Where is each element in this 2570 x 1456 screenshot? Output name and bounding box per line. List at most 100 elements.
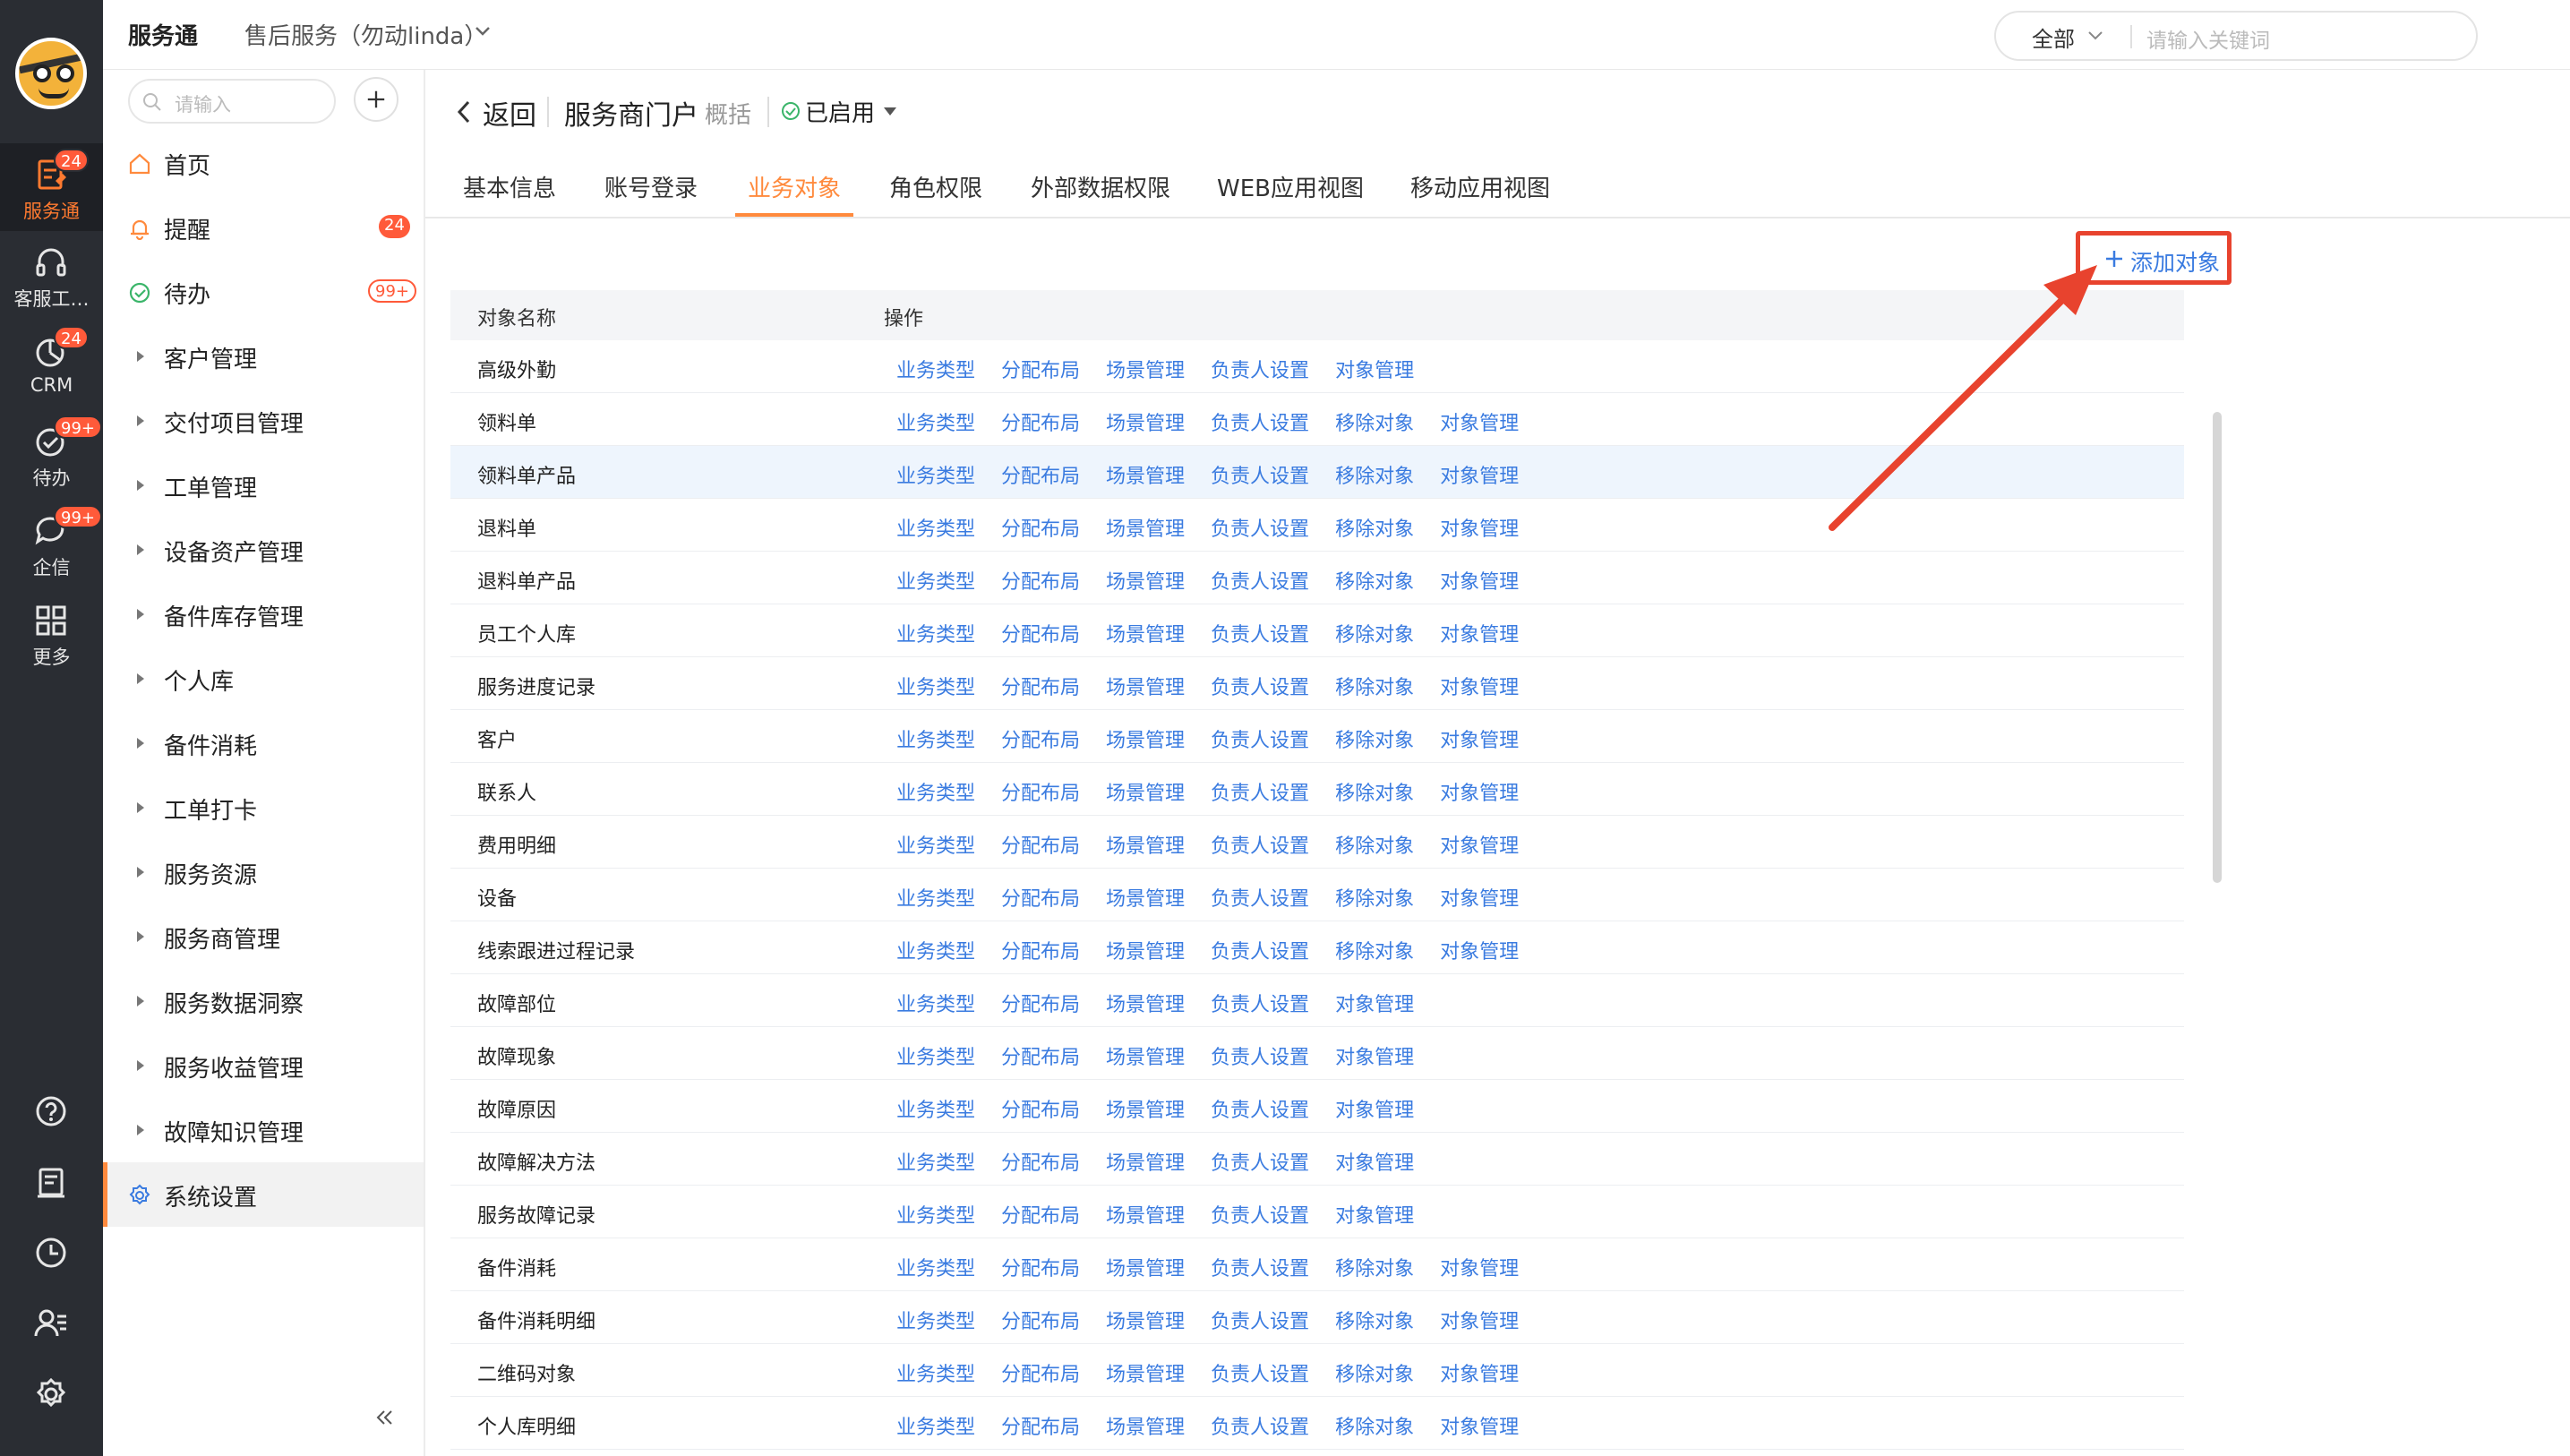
row-action-link[interactable]: 负责人设置 [1211,619,1309,647]
tab-business-objects[interactable]: 业务对象 [748,170,841,203]
row-action-link[interactable]: 移除对象 [1335,936,1414,964]
row-action-link[interactable]: 业务类型 [896,1200,975,1229]
sidebar-item-fault-knowledge[interactable]: 故障知识管理 [103,1098,424,1162]
row-action-link[interactable]: 分配布局 [1001,1306,1080,1334]
tab-external-data-permissions[interactable]: 外部数据权限 [1031,170,1170,203]
row-action-link[interactable]: 场景管理 [1106,1041,1185,1070]
row-action-link[interactable]: 场景管理 [1106,672,1185,700]
row-action-link[interactable]: 分配布局 [1001,989,1080,1017]
row-action-link[interactable]: 移除对象 [1335,566,1414,595]
row-action-link[interactable]: 对象管理 [1440,1358,1519,1387]
row-action-link[interactable]: 移除对象 [1335,1306,1414,1334]
tab-account-login[interactable]: 账号登录 [604,170,698,203]
sidebar-item-home[interactable]: 首页 [103,131,424,195]
scrollbar-thumb[interactable] [2213,412,2222,883]
caret-down-icon[interactable] [884,107,896,116]
row-action-link[interactable]: 业务类型 [896,1253,975,1281]
row-action-link[interactable]: 业务类型 [896,672,975,700]
row-action-link[interactable]: 场景管理 [1106,724,1185,753]
sidebar-item-spare-consumption[interactable]: 备件消耗 [103,711,424,775]
sidebar-item-delivery-project[interactable]: 交付项目管理 [103,389,424,453]
row-action-link[interactable]: 分配布局 [1001,1358,1080,1387]
row-action-link[interactable]: 负责人设置 [1211,1358,1309,1387]
row-action-link[interactable]: 移除对象 [1335,407,1414,436]
row-action-link[interactable]: 业务类型 [896,830,975,859]
row-action-link[interactable]: 场景管理 [1106,777,1185,806]
sidebar-item-revenue-mgmt[interactable]: 服务收益管理 [103,1033,424,1098]
rail-item-service[interactable]: 24 服务通 [0,143,103,231]
sidebar-item-data-insights[interactable]: 服务数据洞察 [103,969,424,1033]
search-scope-select[interactable]: 全部 [2032,21,2075,53]
row-action-link[interactable]: 对象管理 [1440,672,1519,700]
help-icon[interactable] [32,1092,70,1130]
row-action-link[interactable]: 场景管理 [1106,989,1185,1017]
row-action-link[interactable]: 移除对象 [1335,513,1414,542]
row-action-link[interactable]: 对象管理 [1440,566,1519,595]
sidebar-item-personal-store[interactable]: 个人库 [103,647,424,711]
sidebar-search-input[interactable]: 请输入 [128,79,336,124]
row-action-link[interactable]: 负责人设置 [1211,355,1309,383]
sidebar-item-todo[interactable]: 待办 99+ [103,260,424,324]
row-action-link[interactable]: 对象管理 [1440,407,1519,436]
row-action-link[interactable]: 场景管理 [1106,1358,1185,1387]
row-action-link[interactable]: 分配布局 [1001,1041,1080,1070]
row-action-link[interactable]: 分配布局 [1001,672,1080,700]
row-action-link[interactable]: 场景管理 [1106,1094,1185,1123]
row-action-link[interactable]: 业务类型 [896,1411,975,1440]
row-action-link[interactable]: 场景管理 [1106,513,1185,542]
row-action-link[interactable]: 负责人设置 [1211,989,1309,1017]
row-action-link[interactable]: 移除对象 [1335,619,1414,647]
row-action-link[interactable]: 分配布局 [1001,460,1080,489]
tab-web-app-view[interactable]: WEB应用视图 [1217,170,1364,203]
row-action-link[interactable]: 负责人设置 [1211,1147,1309,1176]
row-action-link[interactable]: 分配布局 [1001,724,1080,753]
row-action-link[interactable]: 场景管理 [1106,1200,1185,1229]
row-action-link[interactable]: 分配布局 [1001,355,1080,383]
row-action-link[interactable]: 负责人设置 [1211,513,1309,542]
user-avatar[interactable] [15,38,87,109]
row-action-link[interactable]: 分配布局 [1001,566,1080,595]
row-action-link[interactable]: 对象管理 [1335,355,1414,383]
row-action-link[interactable]: 对象管理 [1440,1411,1519,1440]
row-action-link[interactable]: 场景管理 [1106,355,1185,383]
row-action-link[interactable]: 移除对象 [1335,724,1414,753]
rail-item-customer-service[interactable]: 客服工… [0,231,103,319]
sidebar-item-work-order[interactable]: 工单管理 [103,453,424,518]
row-action-link[interactable]: 移除对象 [1335,1358,1414,1387]
row-action-link[interactable]: 负责人设置 [1211,407,1309,436]
status-dropdown[interactable]: 已启用 [805,95,875,128]
row-action-link[interactable]: 场景管理 [1106,936,1185,964]
row-action-link[interactable]: 负责人设置 [1211,830,1309,859]
row-action-link[interactable]: 分配布局 [1001,407,1080,436]
sidebar-item-service-resources[interactable]: 服务资源 [103,840,424,904]
row-action-link[interactable]: 移除对象 [1335,830,1414,859]
row-action-link[interactable]: 分配布局 [1001,936,1080,964]
row-action-link[interactable]: 业务类型 [896,883,975,912]
row-action-link[interactable]: 负责人设置 [1211,1200,1309,1229]
row-action-link[interactable]: 负责人设置 [1211,724,1309,753]
row-action-link[interactable]: 负责人设置 [1211,777,1309,806]
row-action-link[interactable]: 对象管理 [1335,1200,1414,1229]
row-action-link[interactable]: 负责人设置 [1211,672,1309,700]
rail-item-crm[interactable]: 24 CRM [0,321,103,408]
chevron-down-icon[interactable] [2086,25,2105,45]
row-action-link[interactable]: 对象管理 [1440,1253,1519,1281]
tab-role-permissions[interactable]: 角色权限 [889,170,982,203]
row-action-link[interactable]: 业务类型 [896,1358,975,1387]
search-input[interactable]: 请输入关键词 [2146,23,2270,54]
row-action-link[interactable]: 负责人设置 [1211,566,1309,595]
row-action-link[interactable]: 移除对象 [1335,1411,1414,1440]
row-action-link[interactable]: 场景管理 [1106,407,1185,436]
row-action-link[interactable]: 场景管理 [1106,883,1185,912]
chevron-down-icon[interactable] [472,20,493,41]
row-action-link[interactable]: 分配布局 [1001,1094,1080,1123]
row-action-link[interactable]: 负责人设置 [1211,1094,1309,1123]
row-action-link[interactable]: 场景管理 [1106,619,1185,647]
row-action-link[interactable]: 分配布局 [1001,1411,1080,1440]
row-action-link[interactable]: 场景管理 [1106,830,1185,859]
row-action-link[interactable]: 负责人设置 [1211,1306,1309,1334]
row-action-link[interactable]: 对象管理 [1335,1094,1414,1123]
row-action-link[interactable]: 分配布局 [1001,1200,1080,1229]
tab-basic-info[interactable]: 基本信息 [463,170,556,203]
row-action-link[interactable]: 对象管理 [1440,883,1519,912]
